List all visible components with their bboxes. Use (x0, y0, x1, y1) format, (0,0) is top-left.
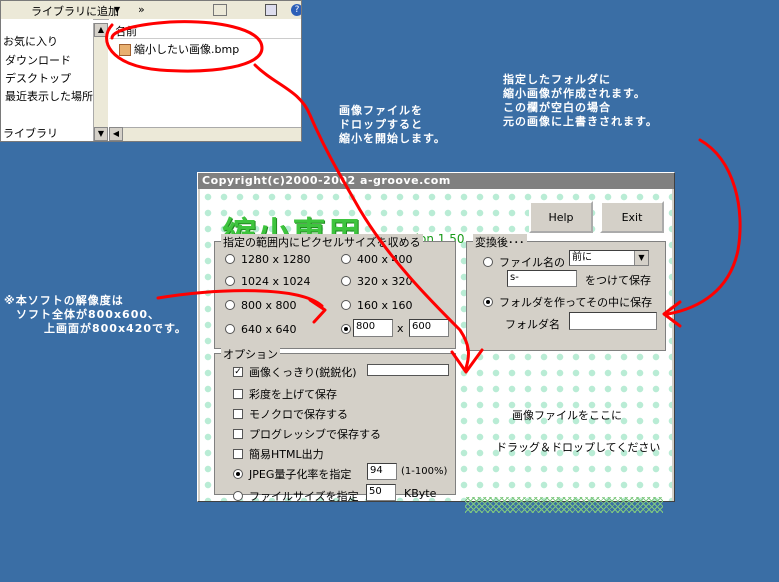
annotation-arrows (105, 20, 742, 374)
file-circle-stroke (105, 20, 264, 73)
resolution-arrowhead (308, 298, 327, 324)
folder-arrow-path (666, 138, 742, 316)
drop-arrow-path (253, 63, 470, 370)
resolution-arrow-path (156, 289, 324, 308)
